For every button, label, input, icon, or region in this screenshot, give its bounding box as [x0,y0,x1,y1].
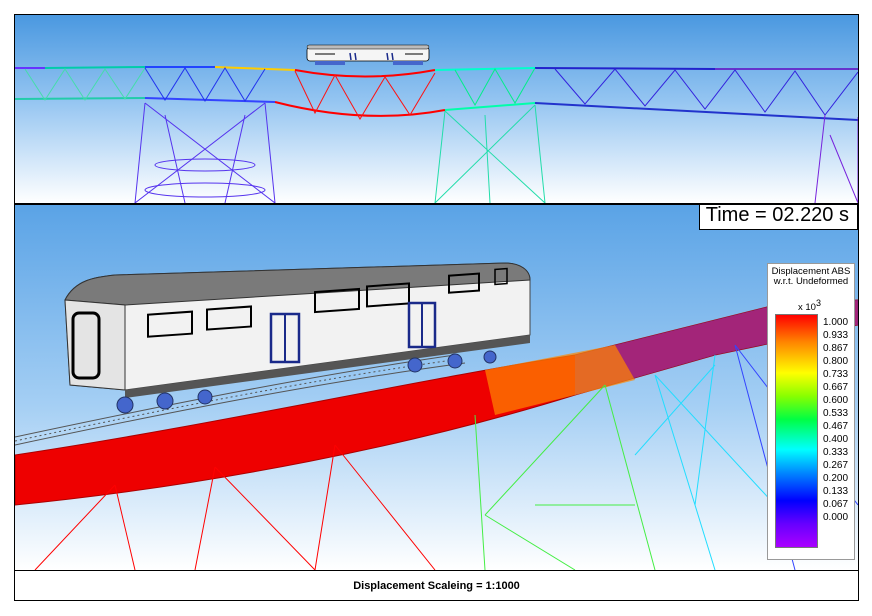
legend-multiplier-base: x 10 [798,302,816,314]
legend-tick-label: 0.333 [823,447,849,458]
bridge-perspective-view [15,262,858,570]
legend-tick-label: 0.200 [823,473,849,484]
bottom-viewport[interactable]: Time = 02.220 s Displacement ABS w.r.t. … [15,205,858,570]
displacement-scale-caption: Displacement Scaleing = 1:1000 [15,570,858,600]
legend-title-line2: w.r.t. Undeformed [773,276,849,287]
deck-mid-section [485,345,635,415]
legend-tick-labels: 1.000 0.933 0.867 0.800 0.733 0.667 0.600 0.533… [823,316,853,524]
legend-tick-label: 0.267 [823,460,849,471]
legend-tick-label: 0.000 [823,512,849,523]
legend-title: Displacement ABS w.r.t. Undeformed [768,267,854,287]
displacement-legend: Displacement ABS w.r.t. Undeformed x 103… [767,263,855,560]
bridge-piers-elevation [134,102,858,203]
legend-tick-label: 0.133 [823,486,849,497]
legend-tick-label: 0.067 [823,499,849,510]
legend-multiplier-exponent: 3 [815,298,821,308]
legend-tick-label: 0.533 [823,408,849,419]
legend-tick-label: 0.667 [823,382,849,393]
bridge-elevation-view [15,44,858,203]
legend-tick-label: 0.933 [823,330,849,341]
top-viewport[interactable] [15,15,858,205]
simulation-time-label: Time = 02.220 s [698,205,858,230]
legend-tick-label: 0.733 [823,369,849,380]
legend-tick-label: 1.000 [823,317,849,328]
legend-color-bar [775,314,818,548]
legend-tick-label: 0.800 [823,356,849,367]
legend-tick-label: 0.867 [823,343,849,354]
legend-tick-label: 0.600 [823,395,849,406]
train-side-small [306,44,430,65]
legend-tick-label: 0.400 [823,434,849,445]
legend-multiplier: x 103 [798,298,821,313]
legend-tick-label: 0.467 [823,421,849,432]
simulation-frame: Time = 02.220 s Displacement ABS w.r.t. … [14,14,859,601]
